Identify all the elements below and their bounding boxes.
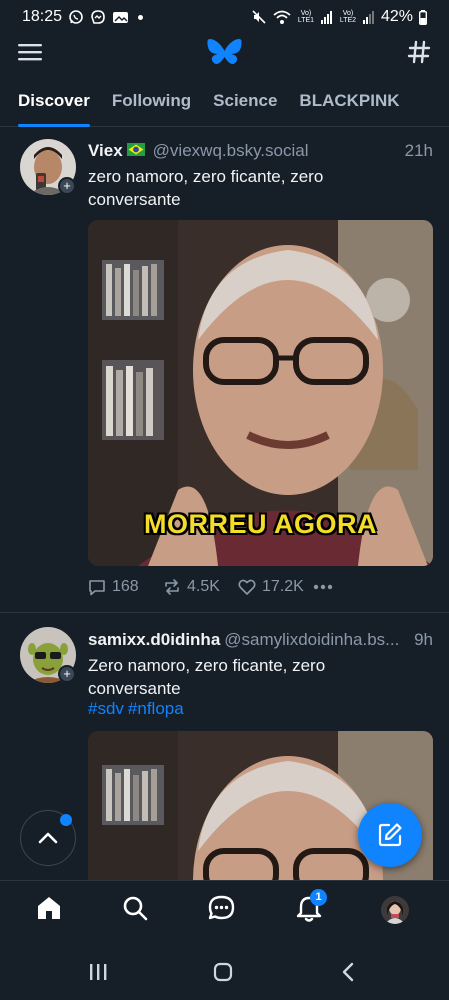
system-navigation — [0, 942, 449, 1000]
post-text: zero namoro, zero ficante, zero conversa… — [88, 167, 324, 209]
like-count: 17.2K — [262, 578, 304, 595]
compose-icon — [378, 823, 402, 847]
post-media[interactable]: MORREU AGORA — [88, 220, 433, 566]
profile-avatar[interactable] — [381, 896, 409, 924]
battery-percent: 42% — [380, 8, 413, 25]
repost-icon — [165, 579, 179, 595]
reply-icon — [89, 579, 105, 595]
gallery-icon — [113, 11, 129, 23]
bluesky-butterfly-icon — [207, 39, 242, 65]
chevron-up-icon — [38, 832, 58, 844]
notification-badge: 1 — [310, 889, 327, 906]
status-bar: 18:25 Vo) LTE1 Vo) LTE2 42% — [0, 0, 449, 34]
recent-apps-icon — [90, 964, 107, 980]
chat-icon — [208, 895, 235, 920]
hashtag-link[interactable]: #nflopa — [128, 699, 184, 718]
follow-button[interactable]: + — [58, 665, 76, 683]
brazil-flag-icon — [126, 143, 145, 156]
follow-button[interactable]: + — [58, 177, 76, 195]
author-handle[interactable]: @samylixdoidinha.bs... — [224, 630, 406, 650]
messenger-icon — [91, 10, 105, 24]
more-options-button[interactable] — [313, 584, 388, 590]
author-name[interactable]: Viex — [88, 141, 123, 161]
home-icon — [38, 897, 60, 919]
signal2-label: Vo) LTE2 — [339, 10, 357, 24]
search-icon — [123, 896, 148, 921]
chevron-left-icon — [342, 962, 354, 982]
status-time: 18:25 — [22, 8, 63, 25]
tab-blackpink[interactable]: BLACKPINK — [299, 80, 399, 127]
feed-tabs: Discover Following Science BLACKPINK — [0, 80, 449, 127]
nav-home[interactable] — [36, 895, 62, 921]
recent-apps-button[interactable] — [88, 962, 108, 982]
compose-button[interactable] — [358, 803, 422, 867]
whatsapp-icon — [69, 10, 83, 24]
post-header: samixx.d0idinha @samylixdoidinha.bs... 9… — [88, 630, 433, 650]
author-handle[interactable]: @viexwq.bsky.social — [153, 141, 397, 161]
bluesky-logo[interactable] — [207, 38, 242, 70]
battery-icon — [419, 9, 427, 25]
media-caption: MORREU AGORA — [144, 509, 377, 539]
home-system-button[interactable] — [213, 962, 233, 982]
repost-count: 4.5K — [187, 578, 220, 595]
author-name[interactable]: samixx.d0idinha — [88, 630, 220, 650]
menu-icon — [18, 44, 42, 61]
heart-icon — [238, 579, 256, 595]
reply-count: 168 — [112, 578, 139, 595]
tab-discover[interactable]: Discover — [18, 80, 90, 127]
home-square-icon — [213, 962, 233, 982]
nav-chat[interactable] — [208, 895, 235, 921]
app-header — [0, 34, 449, 74]
tab-following[interactable]: Following — [112, 80, 191, 127]
more-icon — [313, 584, 333, 590]
signal-icon — [362, 11, 374, 24]
signal-icon — [320, 11, 332, 24]
post-time[interactable]: 9h — [414, 630, 433, 650]
new-posts-indicator — [60, 814, 72, 826]
post-tags: #sdv #nflopa — [88, 699, 188, 719]
menu-button[interactable] — [18, 42, 42, 62]
post-time[interactable]: 21h — [405, 141, 433, 161]
mute-icon — [252, 10, 266, 24]
like-button[interactable]: 17.2K — [238, 578, 313, 596]
tab-science[interactable]: Science — [213, 80, 277, 127]
wifi-icon — [273, 10, 291, 24]
hashtag-link[interactable]: #sdv — [88, 699, 124, 718]
post-item[interactable]: + Viex @viexwq.bsky.social 21h zero namo… — [0, 127, 449, 613]
feeds-button[interactable] — [407, 40, 431, 64]
hashtag-icon — [407, 40, 431, 64]
notification-dot — [138, 14, 144, 20]
nav-search[interactable] — [122, 895, 148, 921]
post-header: Viex @viexwq.bsky.social 21h — [88, 141, 433, 161]
post-text: Zero namoro, zero ficante, zero conversa… — [88, 656, 326, 698]
back-button[interactable] — [340, 962, 356, 982]
reply-button[interactable]: 168 — [88, 578, 163, 596]
signal1-label: Vo) LTE1 — [297, 10, 315, 24]
post-actions: 168 4.5K 17.2K — [88, 578, 388, 596]
repost-button[interactable]: 4.5K — [163, 578, 238, 596]
